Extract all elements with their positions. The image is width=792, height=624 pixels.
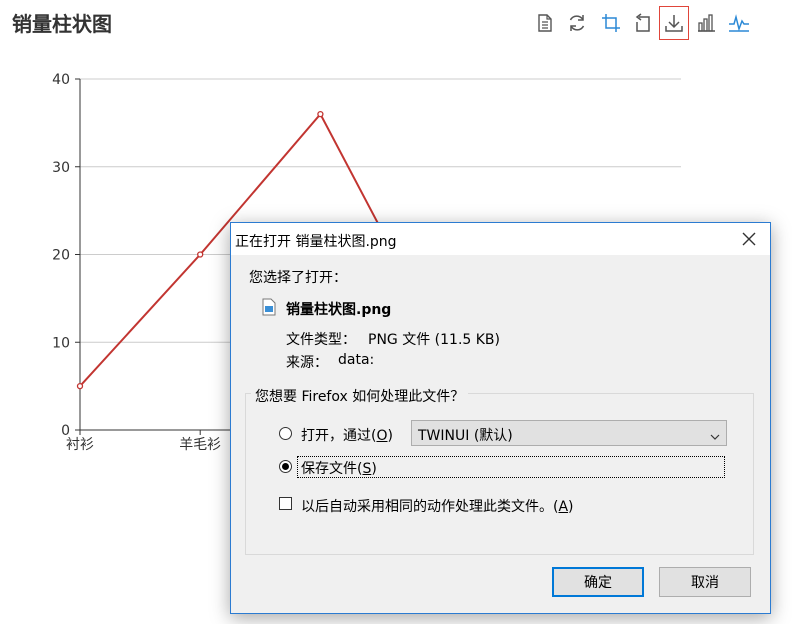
dialog-title: 正在打开 销量柱状图.png [235,234,397,250]
x-tick-label: 衬衫 [66,437,94,453]
y-tick-label: 30 [52,160,70,176]
chevron-down-icon [710,429,720,445]
filetype-value: PNG 文件 (11.5 KB) [368,332,500,348]
restore-icon[interactable] [564,10,590,36]
bar-chart-icon[interactable] [693,10,719,36]
save-image-icon[interactable] [659,6,689,40]
action-group-label: 您想要 Firefox 如何处理此文件？ [251,386,469,406]
y-tick-label: 10 [52,335,70,351]
y-tick-label: 40 [52,72,70,88]
file-open-dialog: 正在打开 销量柱状图.png 您选择了打开： 销量柱状图.png 文件类型： P… [230,222,771,614]
source-label: 来源： [286,355,328,371]
dialog-titlebar: 正在打开 销量柱状图.png [231,223,770,255]
y-tick-label: 20 [52,248,70,264]
dialog-filename: 销量柱状图.png [286,302,392,318]
save-file-label[interactable]: 保存文件(S) [301,458,377,478]
zoom-icon[interactable] [598,10,624,36]
png-file-icon [262,298,276,316]
open-with-radio[interactable] [279,427,292,440]
zoom-reset-icon[interactable] [629,10,655,36]
x-tick-label: 羊毛衫 [179,437,221,453]
auto-action-checkbox[interactable] [279,497,292,510]
auto-action-label[interactable]: 以后自动采用相同的动作处理此类文件。(A) [301,496,574,516]
close-icon[interactable] [738,228,760,250]
open-with-app-select[interactable]: TWINUI (默认) [411,420,727,446]
cancel-button[interactable]: 取消 [659,567,751,597]
data-view-icon[interactable] [532,10,558,36]
open-with-app-value: TWINUI (默认) [418,428,513,444]
line-chart-icon[interactable] [726,10,752,36]
data-point [197,251,204,258]
dialog-intro: 您选择了打开： [249,270,347,286]
source-value: data: [338,352,375,368]
data-point [317,110,324,118]
data-point [76,382,84,390]
open-with-label[interactable]: 打开，通过(O) [301,425,393,445]
filetype-label: 文件类型： [286,332,356,348]
ok-button[interactable]: 确定 [552,567,644,597]
save-file-radio[interactable] [279,460,292,473]
